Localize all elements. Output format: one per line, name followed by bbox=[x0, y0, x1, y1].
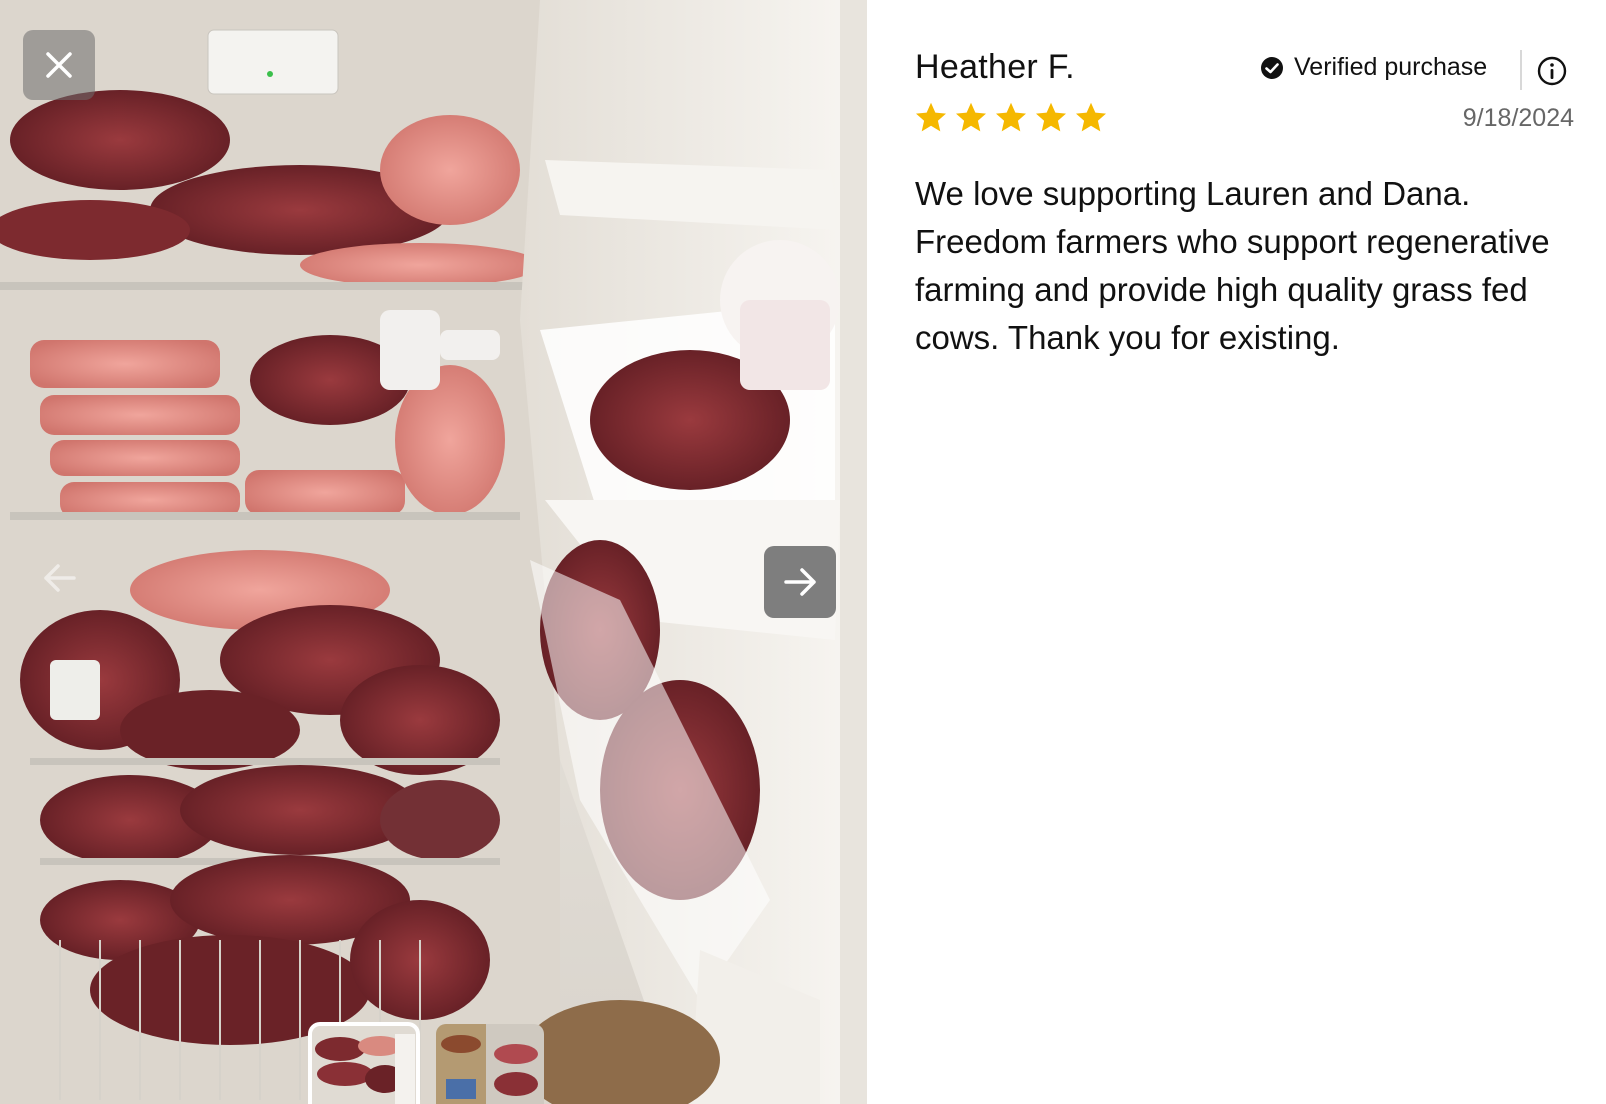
thumbnail-1[interactable] bbox=[308, 1022, 420, 1104]
previous-image-button[interactable] bbox=[30, 548, 90, 608]
thumbnail-image bbox=[436, 1024, 544, 1104]
star-icon bbox=[1036, 102, 1066, 132]
check-circle-icon bbox=[1261, 56, 1283, 79]
thumbnail-2[interactable] bbox=[436, 1024, 544, 1104]
star-icon bbox=[1076, 102, 1106, 132]
info-icon bbox=[1537, 56, 1567, 86]
close-button[interactable] bbox=[23, 30, 95, 100]
close-icon bbox=[46, 52, 72, 78]
star-icon bbox=[996, 102, 1026, 132]
thumbnail-strip bbox=[308, 1022, 544, 1104]
arrow-right-icon bbox=[784, 568, 816, 596]
review-text: We love supporting Lauren and Dana. Free… bbox=[915, 175, 1550, 356]
reviewer-name: Heather F. bbox=[915, 48, 1075, 86]
star-rating bbox=[913, 100, 1109, 136]
verified-label: Verified purchase bbox=[1294, 53, 1488, 81]
review-details: Heather F. Verified purchase 9/18/2024 W… bbox=[867, 0, 1606, 1104]
verified-purchase-badge: Verified purchase bbox=[1260, 53, 1487, 82]
info-button[interactable] bbox=[1536, 55, 1568, 87]
divider bbox=[1520, 50, 1522, 90]
review-photo-viewer bbox=[0, 0, 867, 1104]
star-icon bbox=[956, 102, 986, 132]
star-icon bbox=[916, 102, 946, 132]
arrow-left-icon bbox=[44, 564, 76, 592]
next-image-button[interactable] bbox=[764, 546, 836, 618]
freezer-photo bbox=[0, 0, 867, 1104]
review-date: 9/18/2024 bbox=[1462, 104, 1574, 132]
thumbnail-image bbox=[310, 1024, 418, 1104]
